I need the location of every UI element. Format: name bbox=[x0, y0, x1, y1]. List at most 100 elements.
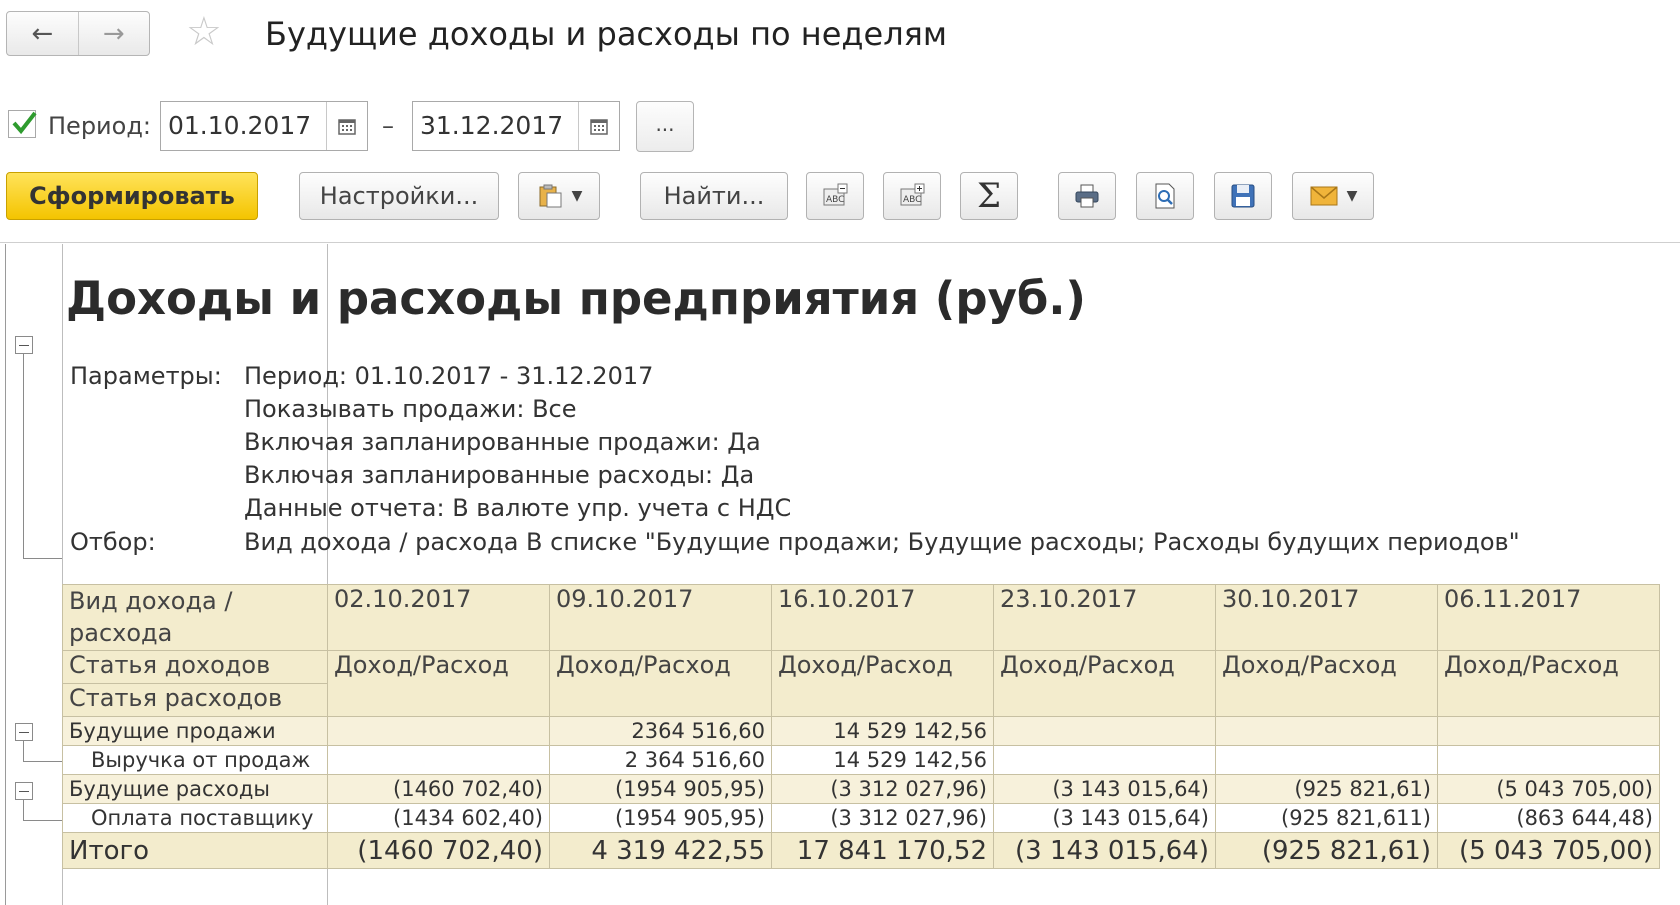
column-date: 09.10.2017 bbox=[549, 584, 772, 651]
table-cell[interactable]: 2364 516,60 bbox=[549, 716, 772, 746]
row-header-income: Статья доходов bbox=[62, 650, 328, 684]
table-cell[interactable] bbox=[327, 745, 550, 775]
expand-groups-icon[interactable]: ABC bbox=[883, 172, 941, 220]
column-date: 06.11.2017 bbox=[1437, 584, 1660, 651]
row-label[interactable]: Будущие продажи bbox=[62, 716, 328, 746]
table-row[interactable]: Выручка от продаж 2 364 516,60 14 529 14… bbox=[62, 745, 1660, 775]
column-measure: Доход/Расход bbox=[771, 650, 994, 717]
tree-line bbox=[23, 558, 62, 559]
period-checkbox[interactable] bbox=[8, 110, 37, 138]
settings-button[interactable]: Настройки... bbox=[299, 172, 499, 220]
table-cell[interactable]: (925 821,61) bbox=[1215, 774, 1438, 804]
collapse-toggle-icon[interactable] bbox=[15, 782, 33, 800]
date-to-value[interactable]: 31.12.2017 bbox=[413, 102, 578, 150]
svg-text:ABC: ABC bbox=[826, 195, 844, 205]
tree-line bbox=[23, 761, 62, 762]
table-cell[interactable] bbox=[1215, 745, 1438, 775]
table-cell[interactable]: 14 529 142,56 bbox=[771, 716, 994, 746]
table-cell[interactable]: 2 364 516,60 bbox=[549, 745, 772, 775]
param-line: Включая запланированные продажи: Да bbox=[244, 428, 761, 456]
table-row[interactable]: Оплата поставщику (1434 602,40) (1954 90… bbox=[62, 803, 1660, 833]
save-icon[interactable] bbox=[1214, 172, 1272, 220]
table-cell[interactable]: 14 529 142,56 bbox=[771, 745, 994, 775]
preview-icon[interactable] bbox=[1136, 172, 1194, 220]
period-label: Период: bbox=[48, 112, 152, 140]
row-label[interactable]: Выручка от продаж bbox=[62, 745, 328, 775]
variants-button[interactable]: ▼ bbox=[518, 172, 600, 220]
period-more-button[interactable]: ... bbox=[636, 101, 694, 152]
table-cell[interactable]: (3 143 015,64) bbox=[993, 774, 1216, 804]
table-cell[interactable] bbox=[327, 716, 550, 746]
column-measure: Доход/Расход bbox=[327, 650, 550, 717]
calendar-icon[interactable] bbox=[326, 102, 367, 150]
param-line: Включая запланированные расходы: Да bbox=[244, 461, 755, 489]
total-cell[interactable]: (1460 702,40) bbox=[327, 832, 550, 869]
table-row[interactable]: Будущие расходы (1460 702,40) (1954 905,… bbox=[62, 774, 1660, 804]
total-cell[interactable]: 4 319 422,55 bbox=[549, 832, 772, 869]
back-arrow-icon[interactable]: ← bbox=[7, 12, 78, 55]
column-date: 16.10.2017 bbox=[771, 584, 994, 651]
total-cell[interactable]: (5 043 705,00) bbox=[1437, 832, 1660, 869]
column-measure: Доход/Расход bbox=[1437, 650, 1660, 717]
dropdown-caret-icon: ▼ bbox=[1346, 188, 1358, 204]
table-cell[interactable] bbox=[1437, 745, 1660, 775]
total-row[interactable]: Итого (1460 702,40) 4 319 422,55 17 841 … bbox=[62, 832, 1660, 869]
column-date: 30.10.2017 bbox=[1215, 584, 1438, 651]
param-line: Показывать продажи: Все bbox=[244, 395, 577, 423]
send-mail-button[interactable]: ▼ bbox=[1292, 172, 1374, 220]
favorite-star-icon[interactable]: ☆ bbox=[186, 12, 222, 52]
find-button[interactable]: Найти... bbox=[640, 172, 788, 220]
total-label[interactable]: Итого bbox=[62, 832, 328, 869]
column-measure: Доход/Расход bbox=[993, 650, 1216, 717]
tree-line bbox=[23, 354, 24, 558]
row-header-type: Вид дохода / расхода bbox=[62, 584, 328, 651]
column-measure: Доход/Расход bbox=[549, 650, 772, 717]
date-separator: – bbox=[382, 112, 394, 140]
tree-line bbox=[23, 741, 24, 761]
date-from-value[interactable]: 01.10.2017 bbox=[161, 102, 326, 150]
table-cell[interactable]: (1434 602,40) bbox=[327, 803, 550, 833]
forward-arrow-icon[interactable]: → bbox=[77, 12, 150, 55]
collapse-groups-icon[interactable]: ABC bbox=[806, 172, 864, 220]
report-left-border bbox=[5, 244, 6, 905]
collapse-toggle-icon[interactable] bbox=[15, 336, 33, 354]
tree-line bbox=[23, 820, 62, 821]
table-cell[interactable]: (1954 905,95) bbox=[549, 803, 772, 833]
table-cell[interactable]: (1460 702,40) bbox=[327, 774, 550, 804]
window-title: Будущие доходы и расходы по неделям bbox=[265, 15, 948, 53]
dropdown-caret-icon: ▼ bbox=[571, 188, 583, 204]
table-cell[interactable]: (3 143 015,64) bbox=[993, 803, 1216, 833]
date-from-field[interactable]: 01.10.2017 bbox=[160, 101, 368, 151]
collapse-toggle-icon[interactable] bbox=[15, 723, 33, 741]
column-date: 23.10.2017 bbox=[993, 584, 1216, 651]
clipboard-icon bbox=[539, 184, 562, 208]
param-line: Данные отчета: В валюте упр. учета с НДС bbox=[244, 494, 792, 522]
checkmark-icon bbox=[12, 111, 37, 135]
table-row[interactable]: Будущие продажи 2364 516,60 14 529 142,5… bbox=[62, 716, 1660, 746]
table-cell[interactable]: (863 644,48) bbox=[1437, 803, 1660, 833]
total-cell[interactable]: 17 841 170,52 bbox=[771, 832, 994, 869]
total-cell[interactable]: (925 821,61) bbox=[1215, 832, 1438, 869]
table-cell[interactable]: (3 312 027,96) bbox=[771, 803, 994, 833]
calendar-icon[interactable] bbox=[578, 102, 619, 150]
table-cell[interactable] bbox=[993, 716, 1216, 746]
generate-button[interactable]: Сформировать bbox=[6, 172, 258, 220]
row-label[interactable]: Оплата поставщику bbox=[62, 803, 328, 833]
table-cell[interactable]: (5 043 705,00) bbox=[1437, 774, 1660, 804]
table-cell[interactable] bbox=[1215, 716, 1438, 746]
svg-text:ABC: ABC bbox=[903, 195, 921, 205]
table-cell[interactable]: (3 312 027,96) bbox=[771, 774, 994, 804]
table-cell[interactable]: (925 821,611) bbox=[1215, 803, 1438, 833]
table-cell[interactable] bbox=[1437, 716, 1660, 746]
table-cell[interactable] bbox=[993, 745, 1216, 775]
row-header-expense: Статья расходов bbox=[62, 683, 328, 717]
table-cell[interactable]: (1954 905,95) bbox=[549, 774, 772, 804]
print-icon[interactable] bbox=[1058, 172, 1116, 220]
total-cell[interactable]: (3 143 015,64) bbox=[993, 832, 1216, 869]
params-label: Параметры: bbox=[70, 362, 222, 390]
report-table: Вид дохода / расхода 02.10.2017 09.10.20… bbox=[62, 584, 1660, 869]
nav-buttons: ← → bbox=[6, 11, 150, 56]
date-to-field[interactable]: 31.12.2017 bbox=[412, 101, 620, 151]
row-label[interactable]: Будущие расходы bbox=[62, 774, 328, 804]
sum-icon[interactable]: Σ bbox=[960, 172, 1018, 220]
